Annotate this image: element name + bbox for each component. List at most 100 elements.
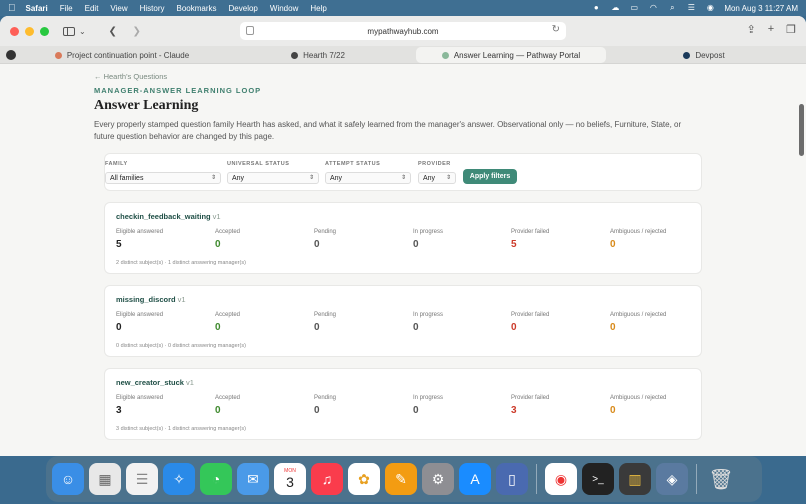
control-center-icon[interactable]: ☰ (686, 4, 696, 12)
dock-separator (696, 464, 697, 494)
stat-in-progress: 0 (413, 322, 419, 333)
attempt-status-value: Any (330, 174, 343, 182)
select-arrows-icon: ⇕ (445, 175, 451, 181)
menu-bar:  Safari File Edit View History Bookmark… (0, 0, 806, 16)
claude-favicon-icon (54, 51, 62, 59)
stat-label-ambiguous: Ambiguous / rejected (610, 312, 667, 318)
menu-window[interactable]: Window (270, 4, 298, 13)
back-button[interactable]: ❮ (104, 23, 122, 39)
stat-provider-failed: 3 (511, 405, 517, 416)
browser-toolbar: ⌄ ❮ ❯ mypathwayhub.com ↻ ⇪ + ❐ (0, 16, 806, 46)
launchpad-icon[interactable]: ▦ (89, 463, 121, 495)
menu-help[interactable]: Help (310, 4, 326, 13)
safari-icon[interactable]: ✧ (163, 463, 195, 495)
reminders-icon[interactable]: ☰ (126, 463, 158, 495)
chrome-icon[interactable]: ◉ (545, 463, 577, 495)
family-name[interactable]: missing_discord v1 (116, 295, 186, 304)
pages-icon[interactable]: ✎ (385, 463, 417, 495)
select-arrows-icon: ⇕ (210, 175, 216, 181)
url-text: mypathwayhub.com (367, 26, 439, 36)
stat-label-in-progress: In progress (413, 395, 444, 401)
page-settings-icon[interactable] (246, 26, 254, 35)
stat-provider-failed: 0 (511, 322, 517, 333)
siri-icon[interactable]: ◉ (705, 4, 715, 12)
family-select[interactable]: All families ⇕ (105, 172, 221, 184)
page-scrollbar[interactable] (799, 104, 804, 156)
minimize-window-button[interactable] (25, 26, 34, 36)
family-version: v1 (185, 378, 194, 387)
zoom-window-button[interactable] (40, 26, 49, 36)
tab-group-icon[interactable] (6, 49, 16, 60)
tab-devpost[interactable]: Devpost (606, 47, 802, 63)
stat-provider-failed: 5 (511, 239, 517, 250)
new-tab-icon[interactable]: + (768, 23, 774, 36)
stat-ambiguous: 0 (610, 405, 616, 416)
cloud-icon[interactable]: ☁ (610, 4, 620, 12)
menu-clock[interactable]: Mon Aug 3 11:27 AM (724, 4, 798, 13)
stat-eligible: 3 (116, 405, 122, 416)
menu-bookmarks[interactable]: Bookmarks (177, 4, 217, 13)
tab-label: Answer Learning — Pathway Portal (453, 50, 581, 60)
chevron-down-icon[interactable]: ⌄ (79, 27, 86, 36)
back-to-questions-link[interactable]: ← Hearth's Questions (94, 72, 704, 81)
provider-select[interactable]: Any ⇕ (418, 172, 456, 184)
family-name[interactable]: checkin_feedback_waiting v1 (116, 212, 221, 221)
menu-status-area: ● ☁ ▭ ◠ ⌕ ☰ ◉ Mon Aug 3 11:27 AM (591, 4, 798, 13)
menu-history[interactable]: History (140, 4, 165, 13)
search-icon[interactable]: ⌕ (667, 4, 677, 12)
stat-ambiguous: 0 (610, 239, 616, 250)
simulator-icon[interactable]: ▯ (496, 463, 528, 495)
apply-filters-button[interactable]: Apply filters (463, 169, 517, 184)
share-icon[interactable]: ⇪ (746, 23, 755, 36)
calendar-icon[interactable]: MON 3 (274, 463, 306, 495)
tab-overview-icon[interactable]: ❐ (786, 23, 796, 36)
tab-answer-learning[interactable]: Answer Learning — Pathway Portal (416, 47, 606, 63)
stat-label-in-progress: In progress (413, 229, 444, 235)
window-controls (10, 26, 49, 36)
wifi-icon[interactable]: ◠ (648, 4, 658, 12)
music-icon[interactable]: ♫ (311, 463, 343, 495)
stat-accepted: 0 (215, 322, 221, 333)
app-store-icon[interactable]: A (459, 463, 491, 495)
photos-icon[interactable]: ✿ (348, 463, 380, 495)
stat-label-provider-failed: Provider failed (511, 312, 550, 318)
tab-hearth[interactable]: Hearth 7/22 (220, 47, 416, 63)
menu-develop[interactable]: Develop (229, 4, 258, 13)
stat-accepted: 0 (215, 239, 221, 250)
stat-in-progress: 0 (413, 239, 419, 250)
family-name[interactable]: new_creator_stuck v1 (116, 378, 194, 387)
apple-icon[interactable]:  (8, 3, 16, 14)
reload-icon[interactable]: ↻ (552, 24, 560, 35)
menu-app-name[interactable]: Safari (26, 4, 48, 13)
messages-icon[interactable]: ◔ (200, 463, 232, 495)
stat-label-accepted: Accepted (215, 312, 241, 318)
sidebar-toggle-icon[interactable] (63, 26, 75, 36)
system-settings-icon[interactable]: ⚙ (422, 463, 454, 495)
stat-in-progress: 0 (413, 405, 419, 416)
stat-label-provider-failed: Provider failed (511, 229, 550, 235)
trash-icon[interactable]: 🗑 (705, 463, 737, 495)
battery-icon[interactable]: ▭ (629, 4, 639, 12)
stat-pending: 0 (314, 239, 320, 250)
pycharm-icon[interactable]: ▥ (619, 463, 651, 495)
tab-label: Devpost (695, 50, 725, 60)
stat-label-provider-failed: Provider failed (511, 395, 550, 401)
tab-claude[interactable]: Project continuation point - Claude (24, 47, 220, 63)
browser-window: ⌄ ❮ ❯ mypathwayhub.com ↻ ⇪ + ❐ Project c… (0, 16, 806, 456)
record-icon[interactable]: ● (591, 4, 601, 12)
menu-file[interactable]: File (60, 4, 73, 13)
menu-edit[interactable]: Edit (85, 4, 99, 13)
universal-status-select[interactable]: Any ⇕ (227, 172, 319, 184)
terminal-icon[interactable]: >_ (582, 463, 614, 495)
stat-label-pending: Pending (314, 229, 337, 235)
close-window-button[interactable] (10, 26, 19, 36)
forward-button[interactable]: ❯ (128, 23, 146, 39)
menu-view[interactable]: View (110, 4, 127, 13)
mail-icon[interactable]: ✉ (237, 463, 269, 495)
finder-icon[interactable]: ☺ (52, 463, 84, 495)
stat-label-in-progress: In progress (413, 312, 444, 318)
attempt-status-select[interactable]: Any ⇕ (325, 172, 411, 184)
dock-separator (536, 464, 537, 494)
address-bar[interactable]: mypathwayhub.com ↻ (240, 22, 566, 40)
app-icon[interactable]: ◈ (656, 463, 688, 495)
